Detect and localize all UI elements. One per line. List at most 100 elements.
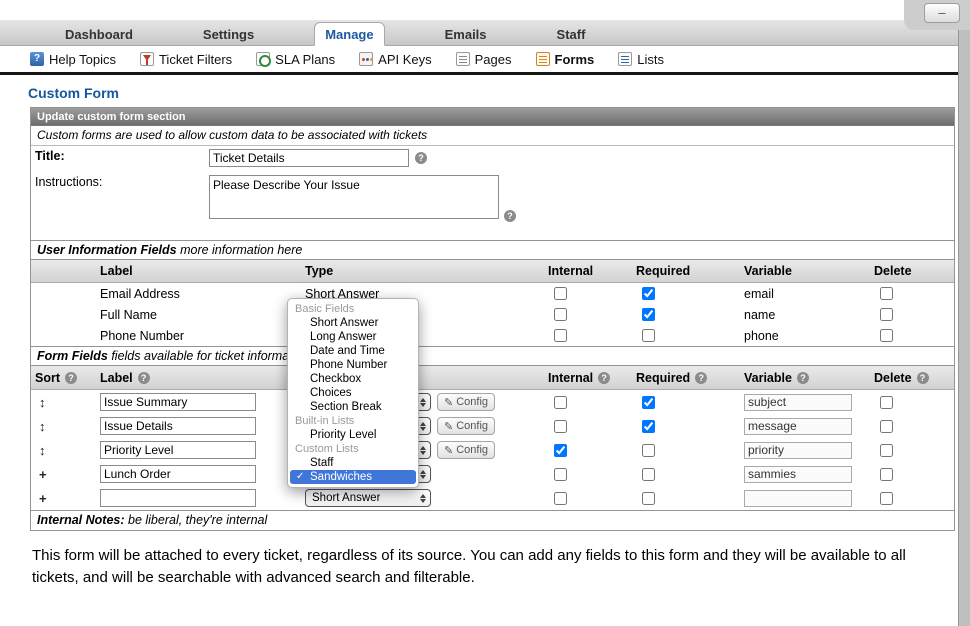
- required-checkbox[interactable]: [642, 468, 655, 481]
- help-icon[interactable]: ?: [504, 210, 516, 222]
- internal-checkbox[interactable]: [554, 308, 567, 321]
- required-checkbox[interactable]: [642, 444, 655, 457]
- add-row-handle[interactable]: +: [39, 491, 47, 506]
- help-icon[interactable]: ?: [415, 152, 427, 164]
- required-checkbox[interactable]: [642, 308, 655, 321]
- select-arrows-icon: [420, 422, 426, 431]
- subnav-pages[interactable]: Pages: [456, 52, 512, 67]
- delete-checkbox[interactable]: [880, 444, 893, 457]
- dropdown-item-selected[interactable]: ✓Sandwiches: [290, 470, 416, 484]
- variable-value: name: [740, 308, 870, 322]
- label-input[interactable]: [100, 417, 256, 435]
- variable-value: phone: [740, 329, 870, 343]
- table-row: ↕ ✎Config: [31, 390, 954, 414]
- help-icon[interactable]: ?: [598, 372, 610, 384]
- variable-input[interactable]: [744, 418, 852, 435]
- subnav-ticket-filters[interactable]: Ticket Filters: [140, 52, 232, 67]
- subnav-api-keys[interactable]: API Keys: [359, 52, 431, 67]
- variable-input[interactable]: [744, 466, 852, 483]
- dropdown-item[interactable]: Checkbox: [288, 372, 418, 386]
- title-label: Title:: [31, 149, 209, 163]
- tab-manage[interactable]: Manage: [314, 22, 384, 46]
- help-topics-icon: [30, 52, 44, 66]
- dropdown-item[interactable]: Long Answer: [288, 330, 418, 344]
- internal-checkbox[interactable]: [554, 329, 567, 342]
- header-sort: Sort?: [31, 371, 96, 385]
- sort-handle[interactable]: ↕: [39, 419, 46, 434]
- label-input[interactable]: [100, 441, 256, 459]
- internal-notes-label: Internal Notes:: [37, 513, 125, 527]
- sort-handle[interactable]: ↕: [39, 443, 46, 458]
- help-icon[interactable]: ?: [65, 372, 77, 384]
- select-arrows-icon: [420, 398, 426, 407]
- config-button[interactable]: ✎Config: [437, 393, 495, 411]
- variable-input[interactable]: [744, 490, 852, 507]
- internal-checkbox[interactable]: [554, 468, 567, 481]
- dropdown-item[interactable]: Date and Time: [288, 344, 418, 358]
- main-tabbar: Dashboard Settings Manage Emails Staff: [0, 20, 958, 46]
- help-icon[interactable]: ?: [917, 372, 929, 384]
- subnav-help-topics[interactable]: Help Topics: [30, 52, 116, 67]
- internal-notes-body[interactable]: This form will be attached to every tick…: [32, 545, 935, 589]
- internal-checkbox[interactable]: [554, 396, 567, 409]
- internal-checkbox[interactable]: [554, 420, 567, 433]
- internal-checkbox[interactable]: [554, 444, 567, 457]
- required-checkbox[interactable]: [642, 329, 655, 342]
- admin-panel: – Dashboard Settings Manage Emails Staff…: [0, 0, 970, 626]
- minimize-button[interactable]: –: [924, 3, 960, 23]
- sort-handle[interactable]: ↕: [39, 395, 46, 410]
- config-button[interactable]: ✎Config: [437, 441, 495, 459]
- add-row-handle[interactable]: +: [39, 467, 47, 482]
- internal-checkbox[interactable]: [554, 492, 567, 505]
- label-input[interactable]: [100, 393, 256, 411]
- label-input[interactable]: [100, 465, 256, 483]
- tab-emails[interactable]: Emails: [435, 23, 497, 45]
- instructions-textarea[interactable]: Please Describe Your Issue: [209, 175, 499, 219]
- custom-form-box: Update custom form section Custom forms …: [30, 107, 955, 531]
- tab-dashboard[interactable]: Dashboard: [55, 23, 143, 45]
- variable-input[interactable]: [744, 394, 852, 411]
- tab-settings[interactable]: Settings: [193, 23, 264, 45]
- dropdown-item[interactable]: Short Answer: [288, 316, 418, 330]
- table-row: + Short Answer: [31, 486, 954, 510]
- divider: [0, 72, 958, 75]
- dropdown-item[interactable]: Priority Level: [288, 428, 418, 442]
- dropdown-item[interactable]: Section Break: [288, 400, 418, 414]
- delete-checkbox[interactable]: [880, 287, 893, 300]
- table-row: Email Address Short Answer email: [31, 283, 954, 304]
- required-checkbox[interactable]: [642, 396, 655, 409]
- pencil-icon: ✎: [444, 396, 453, 409]
- subnav-sla-plans[interactable]: SLA Plans: [256, 52, 335, 67]
- required-checkbox[interactable]: [642, 287, 655, 300]
- internal-checkbox[interactable]: [554, 287, 567, 300]
- type-select[interactable]: Short Answer: [305, 489, 431, 507]
- delete-checkbox[interactable]: [880, 468, 893, 481]
- variable-input[interactable]: [744, 442, 852, 459]
- delete-checkbox[interactable]: [880, 396, 893, 409]
- help-icon[interactable]: ?: [695, 372, 707, 384]
- label-input[interactable]: [100, 489, 256, 507]
- help-icon[interactable]: ?: [797, 372, 809, 384]
- dropdown-item[interactable]: Staff: [288, 456, 418, 470]
- ticket-filters-icon: [140, 52, 154, 66]
- delete-checkbox[interactable]: [880, 492, 893, 505]
- dropdown-item[interactable]: Phone Number: [288, 358, 418, 372]
- subnav-forms[interactable]: Forms: [536, 52, 595, 67]
- delete-checkbox[interactable]: [880, 329, 893, 342]
- tab-staff[interactable]: Staff: [547, 23, 596, 45]
- delete-checkbox[interactable]: [880, 420, 893, 433]
- header-type: Type: [301, 264, 544, 278]
- select-arrows-icon: [420, 494, 426, 503]
- title-input[interactable]: [209, 149, 409, 167]
- header-required: Required?: [632, 371, 740, 385]
- subnav-lists[interactable]: Lists: [618, 52, 664, 67]
- header-delete: Delete?: [870, 371, 954, 385]
- table-row: Phone Number phone: [31, 325, 954, 346]
- required-checkbox[interactable]: [642, 492, 655, 505]
- pencil-icon: ✎: [444, 420, 453, 433]
- dropdown-item[interactable]: Choices: [288, 386, 418, 400]
- config-button[interactable]: ✎Config: [437, 417, 495, 435]
- delete-checkbox[interactable]: [880, 308, 893, 321]
- required-checkbox[interactable]: [642, 420, 655, 433]
- help-icon[interactable]: ?: [138, 372, 150, 384]
